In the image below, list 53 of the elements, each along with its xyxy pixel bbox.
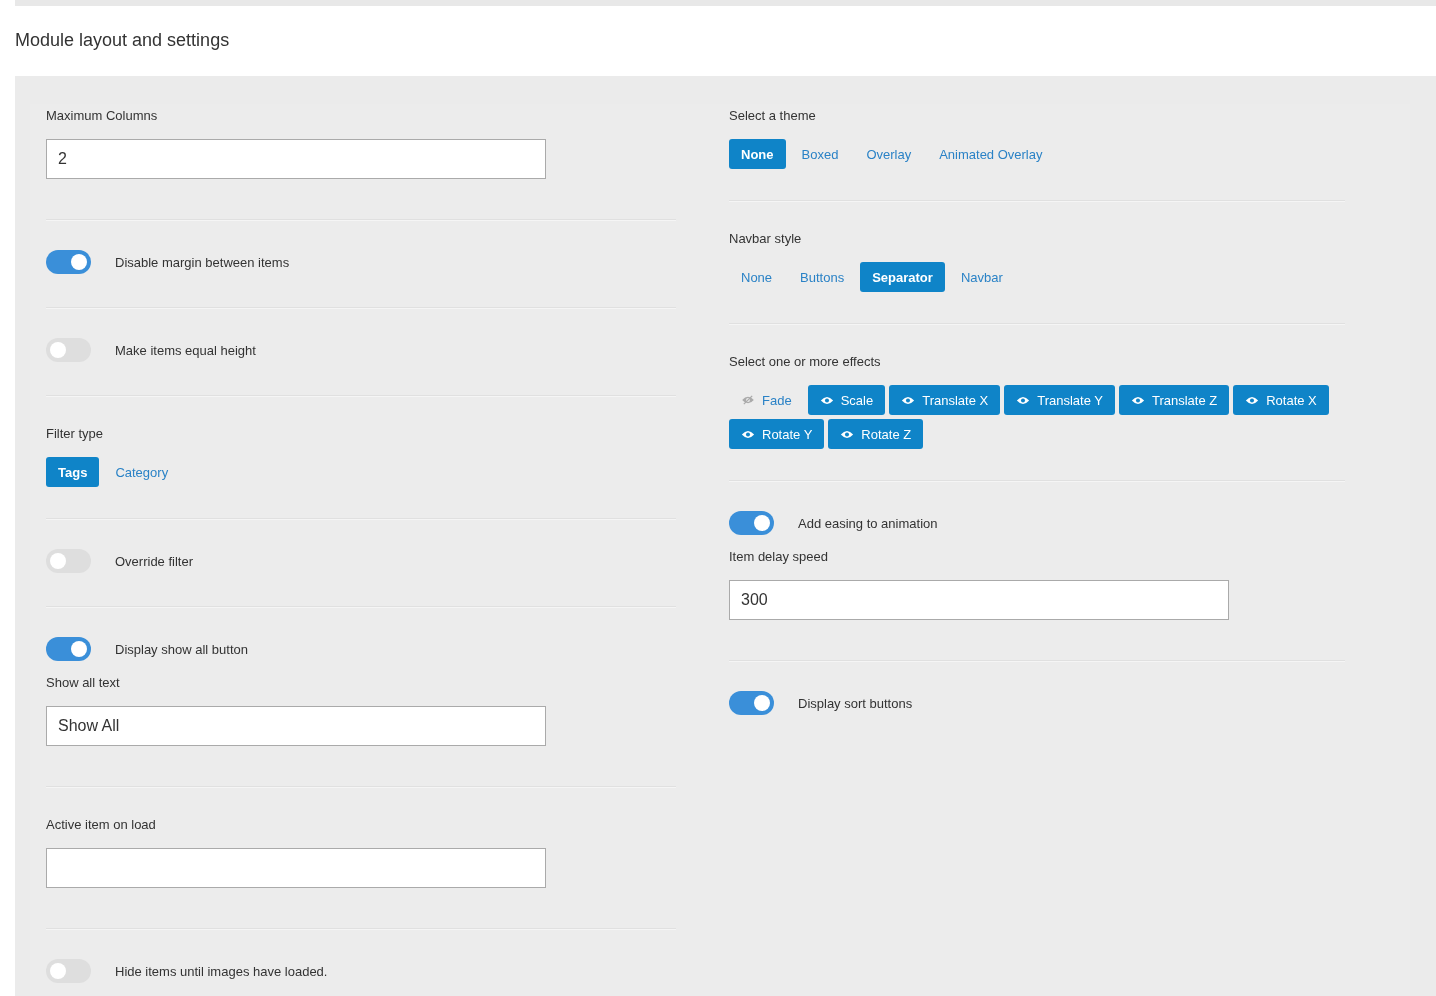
eye-icon — [1130, 395, 1145, 405]
field-label: Show all text — [46, 675, 121, 690]
input-field[interactable]: 2 — [46, 139, 546, 179]
effect-button[interactable]: Translate Y — [1004, 385, 1115, 415]
input-field[interactable]: 300 — [729, 580, 1229, 620]
eye-icon — [1245, 395, 1260, 405]
toggle-label: Display show all button — [115, 641, 248, 657]
eye-slash-icon — [741, 395, 755, 405]
toggle-switch[interactable] — [46, 959, 91, 983]
option-button[interactable]: Buttons — [788, 262, 857, 292]
toggle-switch[interactable] — [46, 549, 91, 573]
option-button[interactable]: Category — [103, 457, 181, 487]
effect-button[interactable]: Rotate Y — [729, 419, 825, 449]
toggle-switch[interactable] — [729, 511, 774, 535]
option-button[interactable]: Navbar — [948, 262, 1015, 292]
eye-icon — [901, 395, 916, 405]
eye-icon — [1016, 395, 1031, 405]
toggle-label: Display sort buttons — [798, 695, 913, 711]
section-title: Module layout and settings — [14, 29, 231, 52]
effect-button[interactable]: Rotate Z — [828, 419, 924, 449]
field-label: Active item on load — [46, 817, 157, 832]
option-button[interactable]: None — [729, 139, 786, 169]
toggle-label: Hide items until images have loaded. — [115, 963, 328, 979]
toggle-switch[interactable] — [46, 250, 91, 274]
toggle-label: Make items equal height — [115, 342, 256, 358]
toggle-label: Override filter — [115, 553, 194, 569]
input-field[interactable] — [46, 848, 546, 888]
field-label: Filter type — [46, 426, 105, 441]
option-button[interactable]: Tags — [46, 457, 100, 487]
toggle-switch[interactable] — [729, 691, 774, 715]
field-label: Select a theme — [729, 108, 817, 123]
eye-icon — [741, 429, 755, 439]
effect-button[interactable]: Fade — [729, 385, 804, 415]
toggle-switch[interactable] — [46, 338, 91, 362]
effect-button[interactable]: Scale — [807, 385, 886, 415]
effect-button[interactable]: Translate Z — [1118, 385, 1230, 415]
option-button[interactable]: Boxed — [789, 139, 851, 169]
field-label: Navbar style — [729, 231, 803, 246]
eye-icon — [840, 429, 855, 439]
option-button[interactable]: Overlay — [854, 139, 924, 169]
toggle-label: Add easing to animation — [798, 515, 938, 531]
field-label: Select one or more effects — [729, 354, 882, 369]
input-field[interactable]: Show All — [46, 706, 546, 746]
eye-icon — [819, 395, 834, 405]
option-button[interactable]: Animated Overlay — [927, 139, 1055, 169]
toggle-label: Disable margin between items — [115, 254, 290, 270]
field-label: Maximum Columns — [46, 108, 159, 123]
effect-button[interactable]: Rotate X — [1233, 385, 1329, 415]
option-button[interactable]: None — [729, 262, 785, 292]
toggle-switch[interactable] — [46, 637, 91, 661]
option-button[interactable]: Separator — [860, 262, 945, 292]
effect-button[interactable]: Translate X — [889, 385, 1001, 415]
field-label: Item delay speed — [729, 549, 829, 564]
